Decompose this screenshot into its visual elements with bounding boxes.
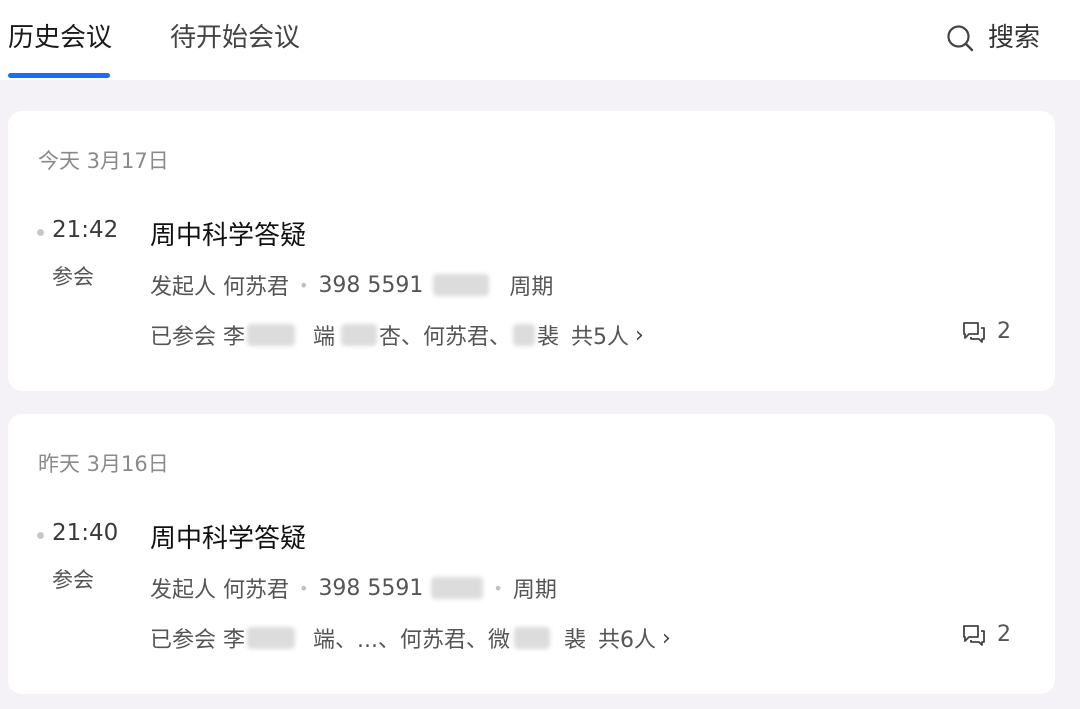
search-button[interactable]: 搜索: [946, 20, 1040, 56]
meeting-time: 21:40: [52, 520, 119, 546]
attendee-count: 共6人: [598, 628, 656, 653]
redacted-block: [513, 324, 536, 346]
search-icon: [947, 25, 974, 52]
attendee-count: 共5人: [571, 325, 630, 350]
chevron-right-icon: ›: [662, 625, 671, 651]
redacted-block: [341, 324, 378, 346]
meeting-card[interactable]: 昨天 3月16日 21:40 参会 周中科学答疑 发起人 何苏君 • 398 5…: [8, 414, 1055, 694]
meeting-id: 398 5591: [318, 575, 424, 601]
meeting-recurrence: 周期: [512, 578, 557, 603]
attendee-name: 裴: [537, 325, 560, 350]
meeting-status: 参会: [52, 265, 94, 289]
redacted-block: [247, 324, 295, 346]
attendee-name: 端: [313, 325, 336, 350]
attendee-name: 端、...、何苏君、微: [313, 628, 510, 653]
comment-count: 2: [997, 622, 1011, 647]
separator-dot: •: [493, 578, 503, 598]
redacted-block: [513, 627, 550, 649]
redacted-block: [247, 627, 295, 649]
attendee-name: 裴: [563, 628, 586, 653]
attendee-list[interactable]: 已参会 李 端、...、何苏君、微 裴 共6人 ›: [150, 622, 671, 654]
meeting-date: 昨天 3月16日: [38, 452, 169, 476]
meeting-card[interactable]: 今天 3月17日 21:42 参会 周中科学答疑 发起人 何苏君 • 398 5…: [8, 111, 1055, 391]
meeting-date: 今天 3月17日: [38, 149, 169, 173]
tab-history-meetings[interactable]: 历史会议: [8, 20, 112, 56]
meeting-title[interactable]: 周中科学答疑: [150, 518, 306, 555]
attendee-name: 杏、何苏君、: [379, 325, 512, 350]
meeting-organizer: 发起人 何苏君: [150, 578, 289, 603]
search-label: 搜索: [988, 23, 1041, 53]
tab-upcoming-meetings[interactable]: 待开始会议: [170, 20, 300, 56]
meeting-id: 398 5591: [318, 272, 424, 298]
active-tab-indicator: [8, 73, 110, 78]
separator-dot: •: [299, 578, 309, 598]
attendee-prefix: 已参会 李: [150, 325, 245, 350]
meeting-title[interactable]: 周中科学答疑: [150, 215, 306, 252]
timeline-dot: [37, 229, 44, 236]
comments-button[interactable]: 2: [961, 622, 1011, 647]
meeting-organizer: 发起人 何苏君: [150, 275, 289, 300]
redacted-block: [433, 274, 490, 296]
separator-dot: •: [299, 275, 309, 295]
comment-icon: [963, 321, 985, 343]
attendee-prefix: 已参会 李: [150, 628, 245, 653]
top-tab-bar: 历史会议 待开始会议 搜索: [0, 0, 1080, 80]
comments-button[interactable]: 2: [961, 319, 1011, 344]
redacted-block: [431, 577, 484, 599]
timeline-dot: [37, 532, 44, 539]
meeting-status: 参会: [52, 568, 94, 592]
meeting-recurrence: 周期: [509, 275, 554, 300]
comment-count: 2: [997, 319, 1011, 344]
attendee-list[interactable]: 已参会 李 端 杏、何苏君、 裴 共5人 ›: [150, 319, 644, 351]
meeting-meta: 发起人 何苏君 • 398 5591 周期: [150, 269, 553, 301]
meeting-time: 21:42: [52, 217, 119, 243]
meeting-meta: 发起人 何苏君 • 398 5591 • 周期: [150, 572, 557, 604]
comment-icon: [963, 624, 985, 646]
chevron-right-icon: ›: [635, 322, 644, 348]
